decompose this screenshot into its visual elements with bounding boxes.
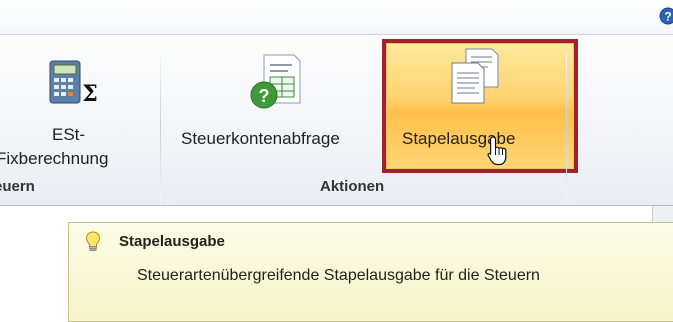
stapelausgabe-button[interactable]: Stapelausgabe <box>382 39 578 173</box>
document-stack-icon <box>451 48 499 104</box>
tooltip: Stapelausgabe Steuerartenübergreifende S… <box>68 222 673 322</box>
group-label-steuern: euern <box>0 178 35 195</box>
help-icon[interactable]: ? <box>659 7 673 25</box>
est-fixberechnung-button[interactable]: Σ ESt- Fixberechnung <box>0 45 150 168</box>
svg-text:?: ? <box>259 86 270 106</box>
lightbulb-icon <box>85 231 101 252</box>
title-bar: ? <box>0 0 673 34</box>
group-label-aktionen: Aktionen <box>320 178 385 195</box>
calculator-sum-icon: Σ <box>49 60 98 107</box>
group-separator <box>160 53 161 203</box>
svg-text:Σ: Σ <box>82 81 98 107</box>
mouse-pointer-icon <box>487 136 507 166</box>
steuerkontenabfrage-label: Steuerkontenabfrage <box>181 129 340 148</box>
steuerkontenabfrage-button[interactable]: ? Steuerkontenabfrage <box>176 45 380 165</box>
tooltip-description: Steuerartenübergreifende Stapelausgabe f… <box>137 267 540 284</box>
svg-text:?: ? <box>664 10 671 24</box>
tooltip-title: Stapelausgabe <box>119 233 225 250</box>
est-button-label-line2: Fixberechnung <box>0 149 109 168</box>
ribbon: Σ ESt- Fixberechnung euern ? Steuerkonte… <box>0 34 673 206</box>
group-separator <box>566 53 567 203</box>
scrollbar-stub <box>652 206 673 222</box>
est-button-label-line1: ESt- <box>52 125 86 144</box>
document-question-icon: ? <box>250 54 301 109</box>
